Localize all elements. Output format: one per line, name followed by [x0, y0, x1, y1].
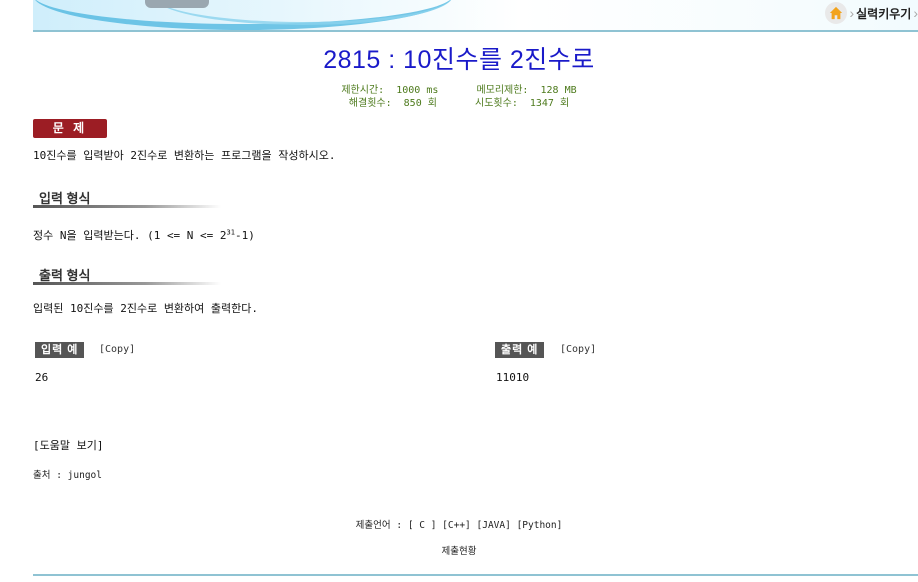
divider	[33, 574, 918, 576]
heading-underline	[33, 282, 221, 285]
divider	[33, 30, 918, 32]
lang-c-link[interactable]: [ C ]	[408, 520, 437, 531]
submit-language-line: 제출언어 : [ C ] [C++] [JAVA] [Python]	[0, 517, 918, 531]
chevron-right-icon: ›	[913, 5, 918, 21]
problem-badge: 문 제	[33, 119, 107, 138]
input-copy-link[interactable]: [Copy]	[99, 344, 135, 355]
solved-label: 해결횟수:	[348, 98, 392, 109]
source-label: 출처 :	[33, 470, 62, 481]
input-text-main: 정수 N을 입력받는다. (1 <= N <= 2	[33, 229, 227, 242]
submit-lang-label: 제출언어 :	[355, 520, 403, 531]
input-example-badge: 입력 예	[35, 342, 85, 358]
home-icon[interactable]	[825, 2, 848, 24]
header-banner	[33, 0, 918, 30]
source-line: 출처 : jungol	[33, 467, 102, 481]
breadcrumb: › 실력키우기 ›	[825, 0, 918, 26]
help-link[interactable]: [도움말 보기]	[33, 437, 103, 453]
stats-line: 해결횟수: 850 회 시도횟수: 1347 회	[0, 94, 918, 109]
source-value: jungol	[67, 470, 102, 481]
problem-title: 2815 : 10진수를 2진수로	[323, 46, 595, 74]
output-example-value: 11010	[496, 371, 530, 384]
submit-status-link[interactable]: 제출현황	[0, 543, 918, 557]
output-format-heading: 출력 형식	[33, 265, 221, 285]
input-format-text: 정수 N을 입력받는다. (1 <= N <= 231-1)	[33, 227, 255, 243]
tries-label: 시도횟수:	[475, 98, 518, 109]
problem-description: 10진수를 입력받아 2진수로 변환하는 프로그램을 작성하시오.	[33, 149, 336, 162]
input-text-exponent: 31	[226, 228, 235, 237]
lang-cpp-link[interactable]: [C++]	[442, 520, 471, 531]
lang-python-link[interactable]: [Python]	[517, 520, 563, 531]
breadcrumb-current[interactable]: 실력키우기	[856, 5, 911, 22]
output-copy-link[interactable]: [Copy]	[560, 344, 596, 355]
monitor-icon	[145, 0, 209, 8]
input-example-value: 26	[35, 371, 49, 384]
chevron-right-icon: ›	[849, 5, 855, 21]
tries-value: 1347 회	[529, 98, 570, 109]
output-format-text: 입력된 10진수를 2진수로 변환하여 출력한다.	[33, 302, 259, 315]
output-example-badge: 출력 예	[495, 342, 545, 358]
solved-value: 850 회	[403, 98, 437, 109]
heading-underline	[33, 205, 221, 208]
lang-java-link[interactable]: [JAVA]	[477, 520, 511, 531]
input-format-heading: 입력 형식	[33, 188, 221, 208]
input-text-tail: -1)	[234, 229, 255, 242]
